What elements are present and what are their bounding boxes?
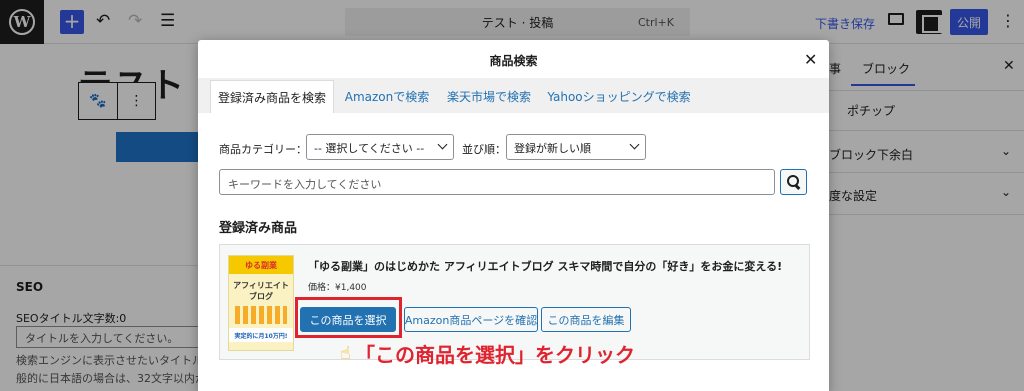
tab-registered-search[interactable]: 登録済み商品を検索 bbox=[210, 80, 334, 113]
cover-illustration bbox=[235, 306, 287, 324]
close-icon[interactable]: ✕ bbox=[804, 50, 817, 69]
search-icon bbox=[786, 175, 801, 189]
instruction-text: 「この商品を選択」をクリック bbox=[354, 343, 635, 367]
chevron-down-icon bbox=[629, 139, 640, 150]
pointing-hand-icon: ☝ bbox=[340, 343, 351, 364]
category-select-value: -- 選択してください -- bbox=[314, 142, 425, 155]
amazon-page-button[interactable]: Amazon商品ページを確認 bbox=[404, 307, 538, 332]
tab-rakuten-search[interactable]: 楽天市場で検索 bbox=[442, 80, 536, 113]
select-button-highlight bbox=[295, 297, 402, 338]
cover-top-text: ゆる副業 bbox=[229, 256, 293, 274]
click-instruction: ☝ 「この商品を選択」をクリック bbox=[340, 339, 635, 368]
modal-title: 商品検索 bbox=[489, 53, 538, 68]
keyword-input[interactable]: キーワードを入力してください bbox=[219, 169, 775, 195]
book-cover-image: ゆる副業 アフィリエイトブログ 実定的に月10万円! bbox=[228, 255, 294, 351]
cover-bottom-text: 実定的に月10万円! bbox=[229, 328, 293, 342]
sort-select-value: 登録が新しい順 bbox=[514, 142, 591, 155]
product-search-modal: 商品検索 ✕ 登録済み商品を検索 Amazonで検索 楽天市場で検索 Yahoo… bbox=[198, 40, 829, 391]
search-button[interactable] bbox=[780, 169, 807, 195]
category-label: 商品カテゴリー： bbox=[219, 143, 307, 156]
cover-main-text: アフィリエイトブログ bbox=[233, 281, 289, 301]
chevron-down-icon bbox=[437, 139, 448, 150]
tab-yahoo-search[interactable]: Yahooショッピングで検索 bbox=[544, 80, 694, 113]
category-select[interactable]: -- 選択してください -- bbox=[306, 134, 454, 160]
section-title: 登録済み商品 bbox=[219, 221, 298, 236]
edit-product-button[interactable]: この商品を編集 bbox=[541, 307, 631, 332]
sort-select[interactable]: 登録が新しい順 bbox=[506, 134, 646, 160]
sort-label: 並び順： bbox=[462, 143, 506, 156]
tab-amazon-search[interactable]: Amazonで検索 bbox=[340, 80, 434, 113]
product-price: 価格：¥1,400 bbox=[308, 283, 367, 293]
product-title: 「ゆる副業」のはじめかた アフィリエイトブログ スキマ時間で自分の「好き」をお金… bbox=[308, 260, 783, 273]
